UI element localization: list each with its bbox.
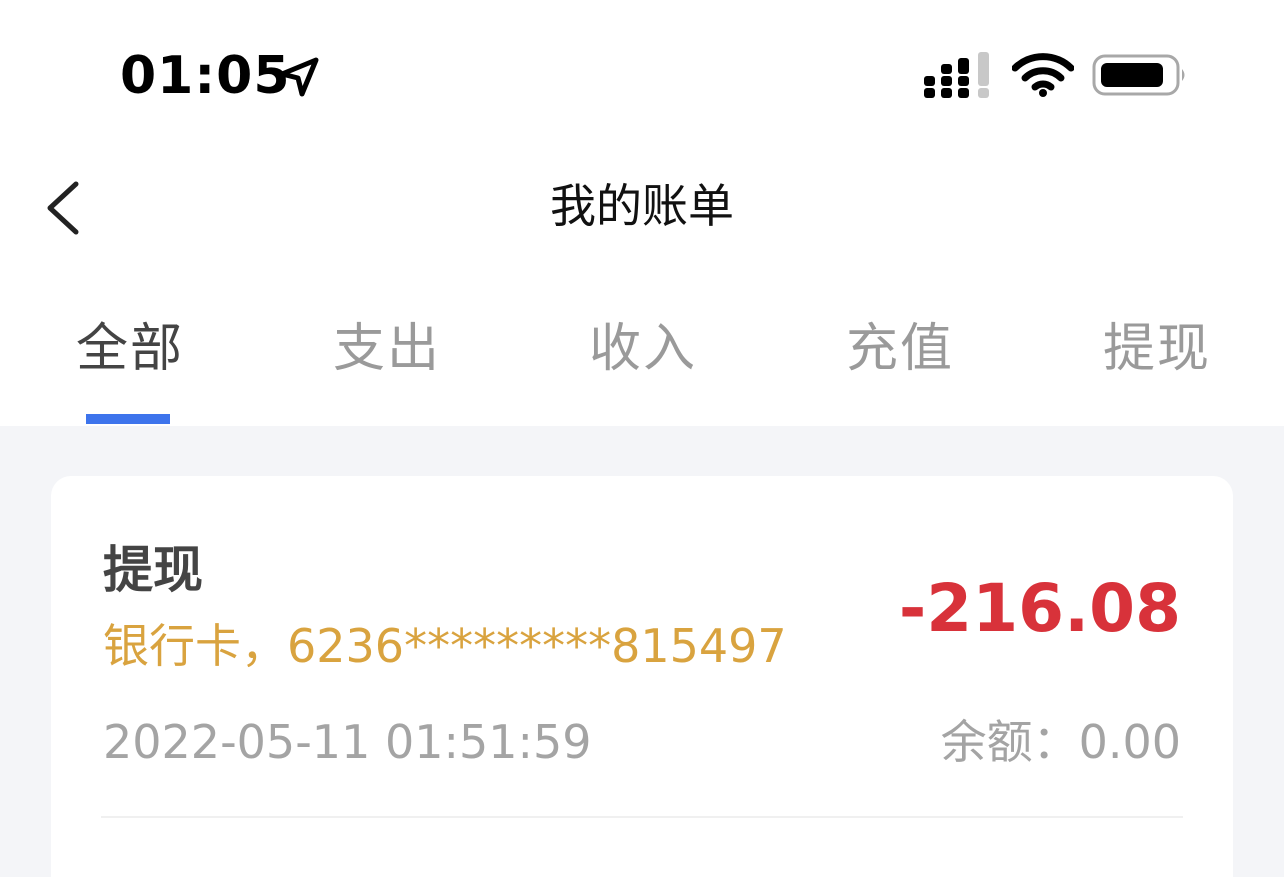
bill-list: 提现 银行卡，6236*********815497 -216.08 2022-…: [0, 426, 1284, 896]
record-account: 银行卡，6236*********815497: [103, 619, 787, 673]
balance-label: 余额：: [940, 715, 1079, 769]
bill-tabs: 全部 支出 收入 充值 提现: [0, 286, 1284, 426]
tab-withdraw[interactable]: 提现: [1103, 314, 1211, 384]
page-title: 我的账单: [550, 179, 734, 233]
record-title: 提现: [103, 541, 203, 599]
cellular-signal-icon: [924, 52, 989, 98]
bill-record-card[interactable]: 提现 银行卡，6236*********815497 -216.08 2022-…: [51, 476, 1233, 896]
tab-income[interactable]: 收入: [589, 314, 697, 384]
wifi-icon: [1012, 53, 1074, 97]
tab-expense[interactable]: 支出: [333, 314, 441, 384]
divider: [101, 816, 1183, 818]
status-time: 01:05: [120, 46, 291, 106]
tab-all[interactable]: 全部: [76, 314, 184, 384]
tab-recharge[interactable]: 充值: [846, 314, 954, 384]
battery-icon: [1092, 54, 1185, 96]
balance-value: 0.00: [1078, 715, 1181, 769]
status-bar: 01:05: [0, 0, 1284, 140]
record-amount: -216.08: [898, 570, 1181, 647]
record-balance: 余额：0.00: [941, 712, 1181, 772]
active-tab-indicator: [86, 414, 170, 424]
record-datetime: 2022-05-11 01:51:59: [103, 715, 592, 769]
nav-bar: 我的账单: [0, 140, 1284, 276]
location-arrow-icon: [279, 57, 319, 97]
